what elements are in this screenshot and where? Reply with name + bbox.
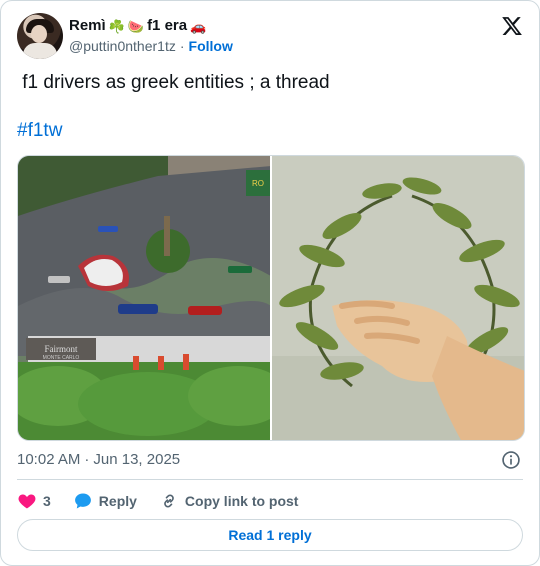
read-replies-button[interactable]: Read 1 reply xyxy=(17,519,523,551)
fairmont-sign-text: Fairmont xyxy=(45,344,78,354)
tweet-date: Jun 13, 2025 xyxy=(93,451,181,468)
hashtag-link[interactable]: #f1tw xyxy=(17,119,62,143)
tweet-text: 󠁧 f1 drivers as greek entities ; a threa… xyxy=(17,72,330,93)
divider xyxy=(17,479,523,480)
fairmont-sign-subtext: MONTE CARLO xyxy=(43,355,80,361)
tweet-header: Remì ☘️ 🍉 f1 era 🚗 @puttin0nther1tz · Fo… xyxy=(17,13,523,61)
photo-laurel-wreath[interactable] xyxy=(272,156,524,440)
author-handle[interactable]: @puttin0nther1tz xyxy=(69,36,176,56)
shamrock-emoji: ☘️ xyxy=(108,18,125,34)
like-button[interactable]: 3 xyxy=(17,491,51,511)
like-count: 3 xyxy=(43,493,51,509)
author-handle-row: @puttin0nther1tz · Follow xyxy=(69,36,233,56)
copy-link-label: Copy link to post xyxy=(184,493,299,509)
author-display-name[interactable]: Remì ☘️ 🍉 f1 era 🚗 xyxy=(69,16,233,36)
watermelon-emoji: 🍉 xyxy=(127,18,145,34)
x-logo-icon[interactable] xyxy=(501,15,523,37)
reply-label: Reply xyxy=(98,493,137,509)
follow-button[interactable]: Follow xyxy=(189,36,233,56)
car-emoji: 🚗 xyxy=(190,18,207,34)
link-icon xyxy=(164,494,174,508)
handle-separator: · xyxy=(179,38,185,54)
tweet-card: Remì ☘️ 🍉 f1 era 🚗 @puttin0nther1tz · Fo… xyxy=(0,0,540,566)
reply-button[interactable]: Reply xyxy=(73,491,137,511)
tweet-timestamp[interactable]: 10:02 AM · Jun 13, 2025 xyxy=(17,450,180,470)
tweet-time: 10:02 AM xyxy=(17,451,81,468)
action-bar: 3 Reply Copy link to post xyxy=(17,489,320,513)
speech-bubble-icon xyxy=(74,493,91,509)
media-grid: Fairmont MONTE CARLO RO xyxy=(17,155,525,441)
copy-link-button[interactable]: Copy link to post xyxy=(159,491,299,511)
timestamp-separator: · xyxy=(84,451,90,468)
author-avatar[interactable] xyxy=(17,13,63,59)
author-name-suffix: f1 era xyxy=(147,17,188,34)
author-name-text: Remì xyxy=(69,17,106,34)
photo-f1-monaco[interactable]: Fairmont MONTE CARLO RO xyxy=(18,156,270,440)
heart-icon xyxy=(18,494,36,509)
banner-text: RO xyxy=(252,179,264,188)
info-icon[interactable] xyxy=(501,450,521,470)
author-info: Remì ☘️ 🍉 f1 era 🚗 @puttin0nther1tz · Fo… xyxy=(69,16,233,56)
